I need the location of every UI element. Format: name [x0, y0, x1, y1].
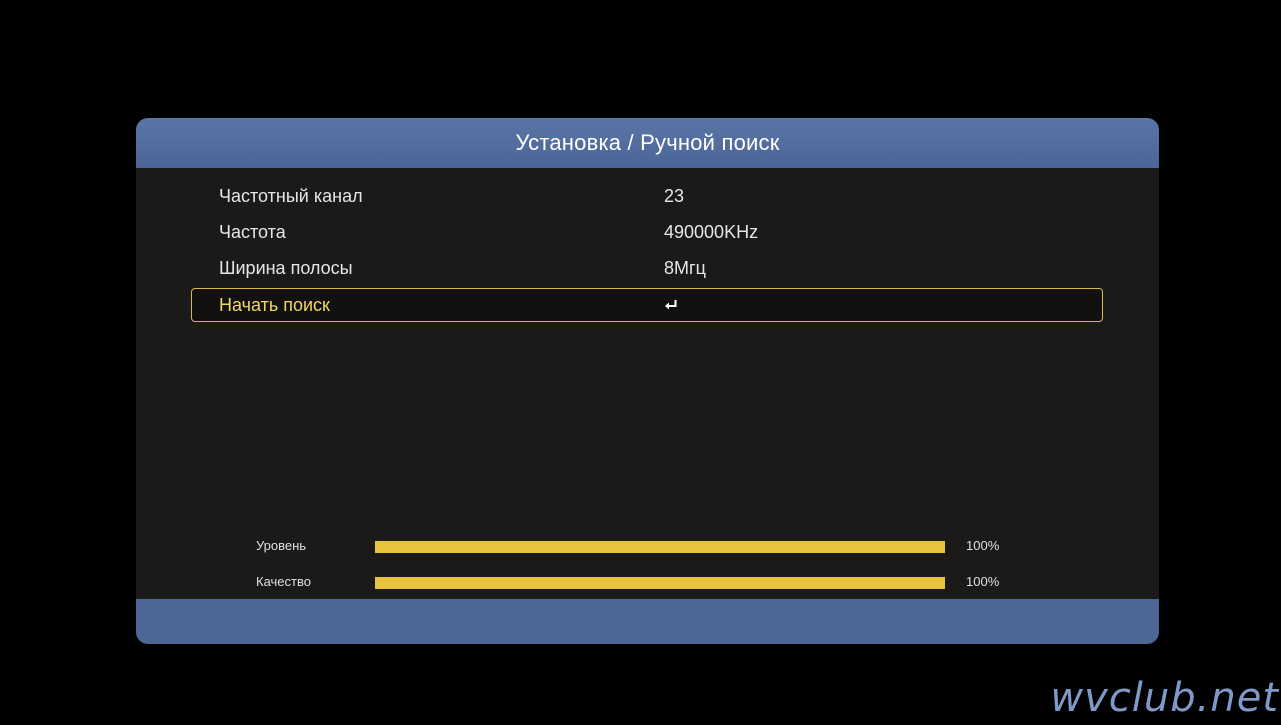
manual-search-panel: Установка / Ручной поиск Частотный канал… — [136, 118, 1159, 644]
signal-level-label: Уровень — [256, 538, 307, 553]
page-title: Установка / Ручной поиск — [515, 130, 780, 155]
signal-quality-row: Качество 100% — [136, 564, 1159, 600]
panel-footer — [136, 599, 1159, 644]
menu-item-frequency-channel[interactable]: Частотный канал 23 — [191, 178, 1103, 214]
menu-item-frequency[interactable]: Частота 490000KHz — [191, 214, 1103, 250]
watermark-logo: wvclub.net — [1050, 675, 1279, 721]
menu-item-bandwidth[interactable]: Ширина полосы 8Мгц — [191, 250, 1103, 286]
menu-item-value: 490000KHz — [664, 221, 759, 242]
menu-item-value: 23 — [664, 185, 685, 206]
menu-item-value: 8Мгц — [664, 257, 706, 278]
enter-icon — [664, 295, 678, 316]
signal-quality-label: Качество — [256, 574, 311, 589]
menu-item-label: Начать поиск — [219, 294, 330, 315]
signal-level-value: 100% — [966, 538, 1000, 553]
menu-item-start-search[interactable]: Начать поиск — [191, 288, 1103, 322]
settings-menu: Частотный канал 23 Частота 490000KHz Шир… — [191, 178, 1103, 322]
tv-screen: Установка / Ручной поиск Частотный канал… — [0, 0, 1281, 725]
signal-level-fill — [375, 541, 945, 553]
panel-header: Установка / Ручной поиск — [136, 118, 1159, 168]
signal-level-row: Уровень 100% — [136, 528, 1159, 564]
signal-level-bar — [375, 541, 945, 553]
signal-meters: Уровень 100% Качество 100% — [136, 528, 1159, 600]
menu-item-label: Частота — [219, 221, 286, 242]
signal-quality-value: 100% — [966, 574, 1000, 589]
menu-item-label: Ширина полосы — [219, 257, 353, 278]
signal-quality-bar — [375, 577, 945, 589]
menu-item-label: Частотный канал — [219, 185, 363, 206]
signal-quality-fill — [375, 577, 945, 589]
